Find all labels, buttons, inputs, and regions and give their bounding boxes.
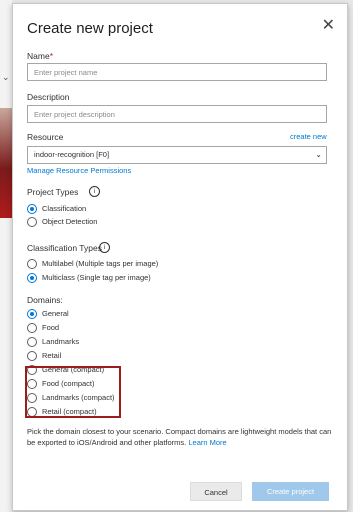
radio-domain-retail[interactable]: Retail [27,350,61,361]
radio-classification[interactable]: Classification [27,203,86,214]
info-icon[interactable]: i [99,242,110,253]
radio-indicator[interactable] [27,258,37,269]
radio-indicator[interactable] [27,350,37,361]
radio-domain-food[interactable]: Food [27,322,59,333]
radio-label: Classification [42,204,87,213]
info-icon[interactable]: i [89,186,100,197]
close-icon[interactable]: ✕ [322,18,335,34]
radio-indicator[interactable] [27,203,37,214]
dialog-title: Create new project [27,20,153,37]
radio-label: General [42,309,69,318]
background-image [0,108,12,218]
radio-label: Multilabel (Multiple tags per image) [42,259,159,268]
radio-domain-general[interactable]: General [27,308,69,319]
domain-help-text: Pick the domain closest to your scenario… [27,426,332,448]
project-name-input[interactable] [27,63,327,81]
create-project-dialog: Create new project ✕ Name* Description R… [12,3,348,511]
radio-label: Retail [42,351,62,360]
help-text: Pick the domain closest to your scenario… [27,427,332,447]
manage-resource-permissions-link[interactable]: Manage Resource Permissions [27,166,131,175]
project-description-input[interactable] [27,105,327,123]
required-mark: * [49,51,53,61]
name-label-text: Name [27,51,50,61]
chevron-down-icon: ⌄ [2,72,10,82]
radio-indicator[interactable] [27,216,37,227]
radio-indicator[interactable] [27,308,37,319]
name-label: Name* [27,51,53,61]
compact-domains-highlight [25,366,121,418]
radio-object-detection[interactable]: Object Detection [27,216,97,227]
radio-multiclass[interactable]: Multiclass (Single tag per image) [27,272,151,283]
chevron-down-icon: ⌄ [315,150,322,159]
resource-select[interactable]: indoor-recognition [F0] ⌄ [27,146,327,164]
radio-indicator[interactable] [27,272,37,283]
domains-label: Domains: [27,295,63,305]
radio-multilabel[interactable]: Multilabel (Multiple tags per image) [27,258,158,269]
cancel-button[interactable]: Cancel [190,482,242,501]
create-new-link[interactable]: create new [290,132,327,141]
radio-label: Multiclass (Single tag per image) [42,273,151,282]
classification-types-label: Classification Types [27,243,102,253]
learn-more-link[interactable]: Learn More [188,438,226,447]
project-types-label: Project Types [27,187,79,197]
resource-label: Resource [27,132,64,142]
radio-indicator[interactable] [27,336,37,347]
description-label: Description [27,92,70,102]
radio-label: Object Detection [42,217,98,226]
radio-label: Food [42,323,60,332]
radio-indicator[interactable] [27,322,37,333]
radio-label: Landmarks [42,337,80,346]
create-project-button[interactable]: Create project [252,482,329,501]
resource-selected-value: indoor-recognition [F0] [34,150,110,159]
radio-domain-landmarks[interactable]: Landmarks [27,336,79,347]
